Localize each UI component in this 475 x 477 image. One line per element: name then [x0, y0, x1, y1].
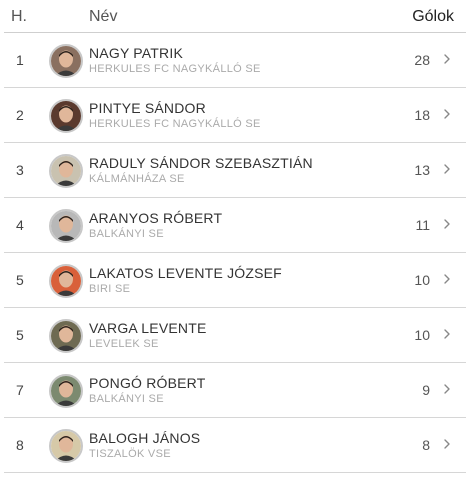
- table-row[interactable]: 7 PONGÓ RÓBERT BALKÁNYI SE 9: [4, 363, 466, 418]
- goal-count: 10: [414, 272, 430, 288]
- goals-column-header[interactable]: Gólok: [412, 8, 454, 26]
- club-name: LEVELEK SE: [89, 338, 159, 350]
- chevron-right-icon[interactable]: [440, 326, 454, 342]
- player-avatar: [49, 154, 83, 188]
- player-avatar: [49, 99, 83, 133]
- row-rank: 1: [16, 52, 24, 68]
- name-column-header: Név: [89, 8, 118, 25]
- row-rank: 2: [16, 107, 24, 123]
- chevron-right-icon[interactable]: [440, 161, 454, 177]
- row-rank: 4: [16, 217, 24, 233]
- player-name: PINTYE SÁNDOR: [89, 100, 206, 116]
- table-row[interactable]: 8 BALOGH JÁNOS TISZALÖK VSE 8: [4, 418, 466, 473]
- table-row[interactable]: 4 ARANYOS RÓBERT BALKÁNYI SE 11: [4, 198, 466, 253]
- chevron-right-icon[interactable]: [440, 381, 454, 397]
- chevron-right-icon[interactable]: [440, 106, 454, 122]
- club-name: HERKULES FC NAGYKÁLLÓ SE: [89, 63, 261, 75]
- player-avatar: [49, 374, 83, 408]
- row-rank: 8: [16, 437, 24, 453]
- club-name: BIRI SE: [89, 283, 131, 295]
- player-photo-icon: [51, 266, 81, 296]
- table-row[interactable]: 2 PINTYE SÁNDOR HERKULES FC NAGYKÁLLÓ SE…: [4, 88, 466, 143]
- club-name: KÁLMÁNHÁZA SE: [89, 173, 185, 185]
- table-row[interactable]: 5 LAKATOS LEVENTE JÓZSEF BIRI SE 10: [4, 253, 466, 308]
- goal-count: 10: [414, 327, 430, 343]
- player-avatar: [49, 264, 83, 298]
- player-name: NAGY PATRIK: [89, 45, 183, 61]
- row-rank: 5: [16, 272, 24, 288]
- chevron-right-icon[interactable]: [440, 436, 454, 452]
- player-photo-icon: [51, 376, 81, 406]
- table-header: H. Név Gólok: [4, 0, 466, 33]
- player-name: BALOGH JÁNOS: [89, 430, 201, 446]
- player-photo-icon: [51, 211, 81, 241]
- player-name: ARANYOS RÓBERT: [89, 210, 223, 226]
- player-photo-icon: [51, 46, 81, 76]
- player-avatar: [49, 209, 83, 243]
- scorers-table: H. Név Gólok 1 NAGY PATRIK HERKULES FC N…: [4, 0, 466, 473]
- club-name: BALKÁNYI SE: [89, 393, 164, 405]
- table-row[interactable]: 5 VARGA LEVENTE LEVELEK SE 10: [4, 308, 466, 363]
- player-avatar: [49, 429, 83, 463]
- chevron-right-icon[interactable]: [440, 216, 454, 232]
- player-avatar: [49, 319, 83, 353]
- goal-count: 13: [414, 162, 430, 178]
- player-photo-icon: [51, 156, 81, 186]
- goal-count: 28: [414, 52, 430, 68]
- club-name: TISZALÖK VSE: [89, 448, 171, 460]
- table-row[interactable]: 1 NAGY PATRIK HERKULES FC NAGYKÁLLÓ SE 2…: [4, 33, 466, 88]
- row-rank: 5: [16, 327, 24, 343]
- club-name: HERKULES FC NAGYKÁLLÓ SE: [89, 118, 261, 130]
- player-photo-icon: [51, 101, 81, 131]
- club-name: BALKÁNYI SE: [89, 228, 164, 240]
- rank-column-header: H.: [11, 8, 27, 25]
- player-name: RADULY SÁNDOR SZEBASZTIÁN: [89, 155, 313, 171]
- player-avatar: [49, 44, 83, 78]
- table-body: 1 NAGY PATRIK HERKULES FC NAGYKÁLLÓ SE 2…: [4, 33, 466, 473]
- row-rank: 3: [16, 162, 24, 178]
- goal-count: 9: [422, 382, 430, 398]
- player-name: LAKATOS LEVENTE JÓZSEF: [89, 265, 282, 281]
- chevron-right-icon[interactable]: [440, 51, 454, 67]
- player-name: VARGA LEVENTE: [89, 320, 207, 336]
- goal-count: 11: [415, 217, 430, 233]
- row-rank: 7: [16, 382, 24, 398]
- player-photo-icon: [51, 431, 81, 461]
- table-row[interactable]: 3 RADULY SÁNDOR SZEBASZTIÁN KÁLMÁNHÁZA S…: [4, 143, 466, 198]
- player-name: PONGÓ RÓBERT: [89, 375, 206, 391]
- chevron-right-icon[interactable]: [440, 271, 454, 287]
- goal-count: 18: [414, 107, 430, 123]
- goal-count: 8: [422, 437, 430, 453]
- player-photo-icon: [51, 321, 81, 351]
